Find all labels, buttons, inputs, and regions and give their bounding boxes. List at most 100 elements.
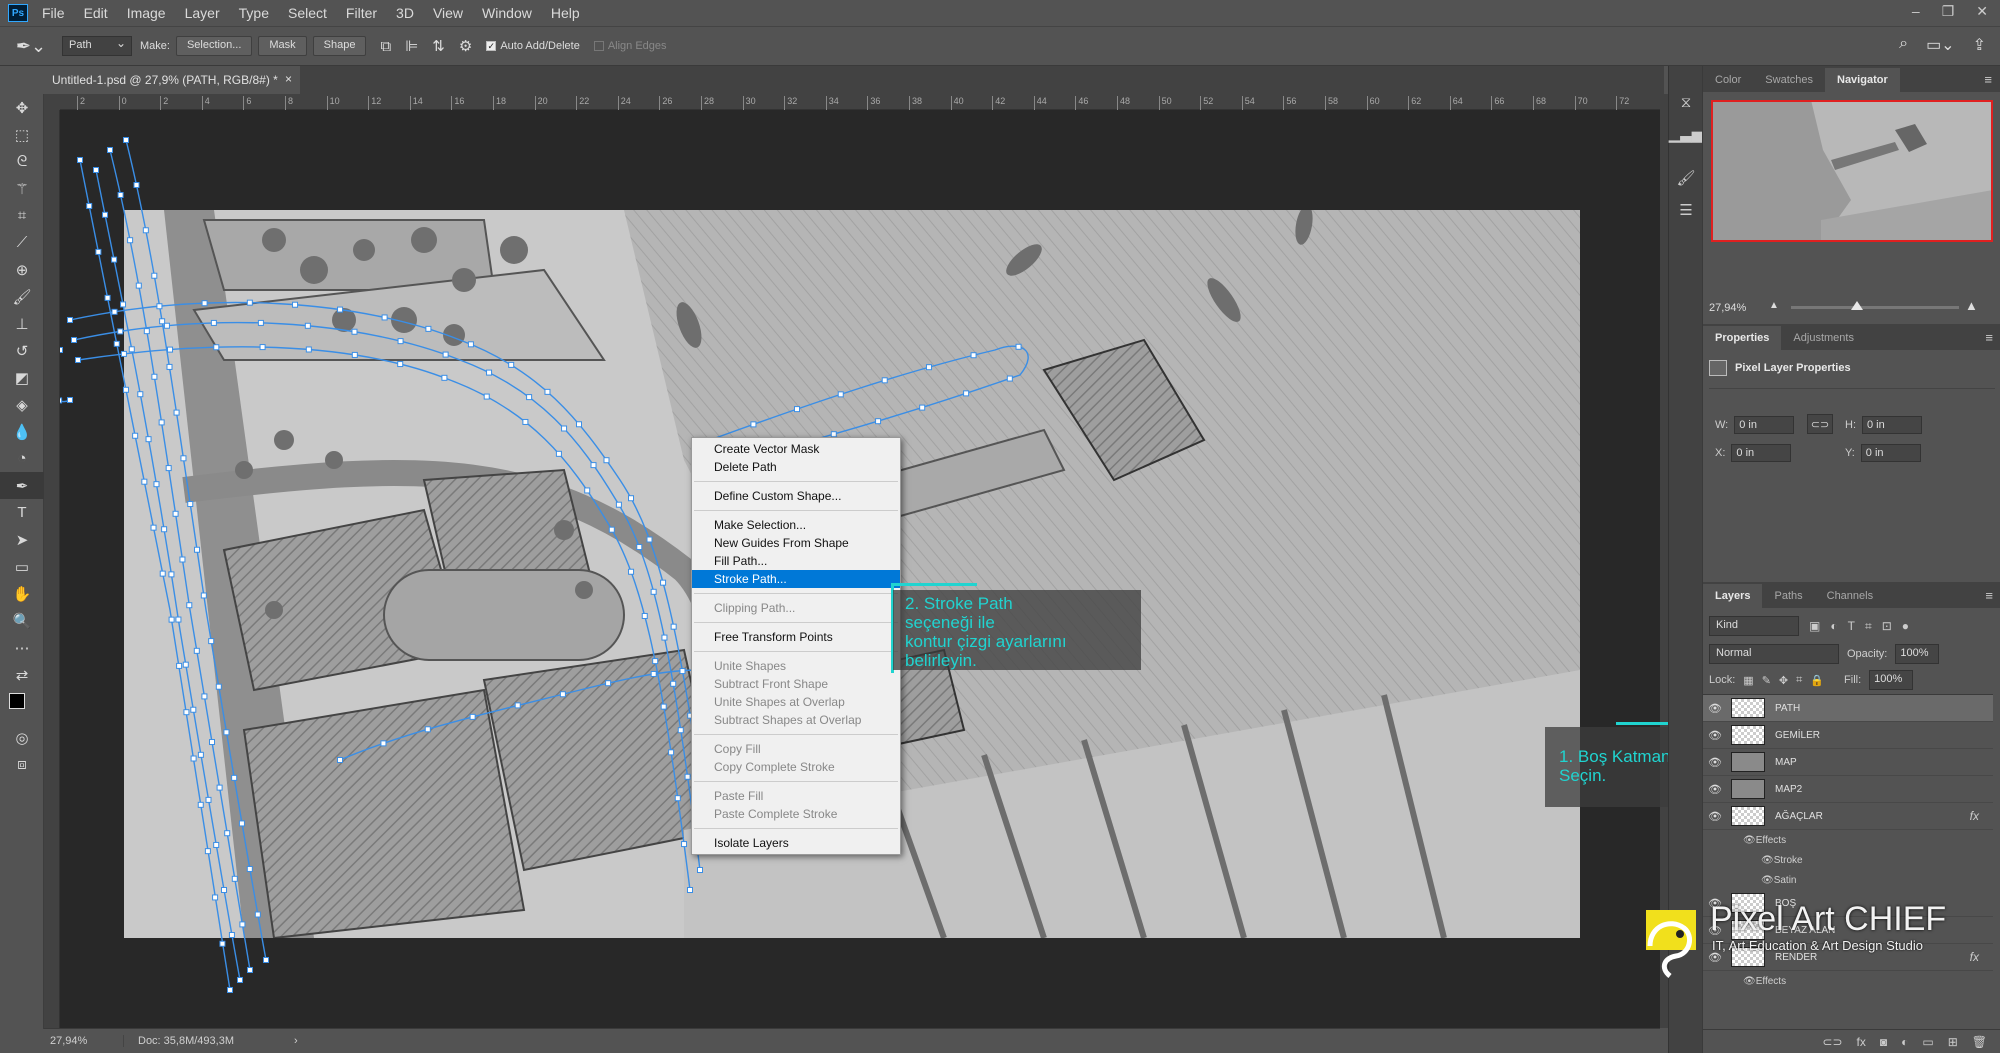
opacity-input[interactable]: 100% xyxy=(1895,644,1940,664)
context-menu-item[interactable]: Make Selection... xyxy=(692,516,900,534)
healing-brush-tool-icon[interactable]: ⊕ xyxy=(0,256,44,283)
fx-icon[interactable]: fx xyxy=(1857,1035,1866,1049)
filter-pixel-icon[interactable]: ▣ xyxy=(1809,619,1820,633)
lock-position-icon[interactable]: ✥ xyxy=(1779,674,1788,687)
kind-filter-select[interactable]: Kind xyxy=(1709,616,1799,636)
menu-type[interactable]: Type xyxy=(239,5,269,21)
layer-name[interactable]: AĞAÇLAR xyxy=(1775,811,1823,822)
context-menu-item[interactable]: Delete Path xyxy=(692,458,900,476)
panel-menu-icon[interactable]: ≡ xyxy=(1985,330,1993,345)
path-anchor-point[interactable] xyxy=(102,211,109,218)
fill-input[interactable]: 100% xyxy=(1869,670,1914,690)
new-group-icon[interactable]: ▭ xyxy=(1922,1035,1933,1049)
width-input[interactable]: 0 in xyxy=(1734,416,1795,434)
type-tool-icon[interactable]: T xyxy=(0,499,44,526)
x-input[interactable]: 0 in xyxy=(1731,444,1792,462)
move-tool-icon[interactable]: ✥ xyxy=(0,94,44,121)
marquee-tool-icon[interactable]: ⬚ xyxy=(0,121,44,148)
make-mask-button[interactable]: Mask xyxy=(258,36,307,56)
menu-3d[interactable]: 3D xyxy=(396,5,414,21)
context-menu-item[interactable]: Stroke Path... xyxy=(692,570,900,588)
path-anchor-point[interactable] xyxy=(111,256,118,263)
link-icon[interactable]: ⊂⊃ xyxy=(1807,414,1833,434)
pen-tool-preset-icon[interactable]: ✒⌄ xyxy=(8,31,54,61)
path-operations-icon[interactable]: ⧉ xyxy=(380,38,391,55)
delete-layer-icon[interactable]: 🗑 xyxy=(1972,1035,1987,1049)
make-selection-button[interactable]: Selection... xyxy=(175,36,253,56)
clone-stamp-tool-icon[interactable]: ⊥ xyxy=(0,310,44,337)
menu-layer[interactable]: Layer xyxy=(185,5,220,21)
foreground-color-icon[interactable] xyxy=(9,693,25,709)
layer-name[interactable]: MAP2 xyxy=(1775,784,1802,795)
path-alignment-icon[interactable]: ⊫ xyxy=(405,37,418,55)
path-selection-tool-icon[interactable]: ➤ xyxy=(0,526,44,553)
pen-tool-icon[interactable]: ✒ xyxy=(0,472,44,499)
menu-window[interactable]: Window xyxy=(482,5,532,21)
visibility-eye-icon[interactable]: 👁 xyxy=(1703,783,1727,796)
lasso-tool-icon[interactable]: ᘓ xyxy=(0,148,44,175)
histogram-icon[interactable]: ▁▃▅ xyxy=(1669,118,1704,150)
screen-mode-icon[interactable]: ⧈ xyxy=(0,751,44,778)
adjustment-layer-icon[interactable]: ◐ xyxy=(1901,1035,1908,1049)
tab-swatches[interactable]: Swatches xyxy=(1753,68,1825,92)
menu-view[interactable]: View xyxy=(433,5,463,21)
visibility-eye-icon[interactable]: 👁 xyxy=(1703,810,1727,823)
lock-artboard-icon[interactable]: ⌗ xyxy=(1796,674,1802,687)
path-anchor-point[interactable] xyxy=(93,167,99,173)
pen-mode-select[interactable]: Path xyxy=(62,36,132,56)
path-anchor-point[interactable] xyxy=(67,397,73,403)
link-layers-icon[interactable]: ⊂⊃ xyxy=(1822,1035,1842,1049)
context-menu-item[interactable]: Free Transform Points xyxy=(692,628,900,646)
context-menu-item[interactable]: New Guides From Shape xyxy=(692,534,900,552)
adjustments-icon[interactable]: ☰ xyxy=(1669,194,1703,226)
y-input[interactable]: 0 in xyxy=(1860,444,1921,462)
layer-name[interactable]: PATH xyxy=(1775,703,1800,714)
document-tab[interactable]: Untitled-1.psd @ 27,9% (PATH, RGB/8#) * … xyxy=(44,66,300,94)
rectangle-tool-icon[interactable]: ▭ xyxy=(0,553,44,580)
restore-icon[interactable]: ❐ xyxy=(1942,0,1955,22)
add-mask-icon[interactable]: ◙ xyxy=(1880,1035,1887,1049)
eraser-tool-icon[interactable]: ◩ xyxy=(0,364,44,391)
make-shape-button[interactable]: Shape xyxy=(312,36,367,56)
context-menu-item[interactable]: Define Custom Shape... xyxy=(692,487,900,505)
path-anchor-point[interactable] xyxy=(263,957,269,963)
layer-row[interactable]: 👁 GEMİLER xyxy=(1703,722,1993,749)
brush-tool-icon[interactable]: 🖌 xyxy=(0,283,44,310)
zoom-in-icon[interactable]: ▲ xyxy=(1965,298,1978,313)
tab-adjustments[interactable]: Adjustments xyxy=(1781,326,1866,350)
context-menu-item[interactable]: Isolate Layers xyxy=(692,834,900,852)
minimize-icon[interactable]: – xyxy=(1912,0,1920,22)
path-anchor-point[interactable] xyxy=(77,157,83,163)
document-size[interactable]: Doc: 35,8M/493,3M xyxy=(138,1035,234,1047)
context-menu-item[interactable]: Fill Path... xyxy=(692,552,900,570)
path-anchor-point[interactable] xyxy=(227,987,233,993)
horizontal-ruler[interactable]: 2 0 2 4 6 8 10 12 14 16 18 20 22 24 26 28 30 32 34 36 38 40 42… xyxy=(60,94,1660,110)
visibility-eye-icon[interactable]: 👁 xyxy=(1703,729,1727,742)
color-swatches-icon[interactable] xyxy=(0,688,44,724)
effect-item[interactable]: 👁 Stroke xyxy=(1703,850,1993,870)
gear-icon[interactable]: ⚙ xyxy=(459,37,472,55)
menu-select[interactable]: Select xyxy=(288,5,327,21)
path-anchor-point[interactable] xyxy=(86,202,93,209)
layer-fx-icon[interactable]: fx xyxy=(1970,809,1979,823)
path-anchor-point[interactable] xyxy=(219,940,226,947)
path-arrangement-icon[interactable]: ⇅ xyxy=(432,37,445,55)
brush-settings-icon[interactable]: 🖌 xyxy=(1669,162,1703,194)
blend-mode-select[interactable]: Normal xyxy=(1709,644,1839,664)
history-brush-tool-icon[interactable]: ↺ xyxy=(0,337,44,364)
tab-color[interactable]: Color xyxy=(1703,68,1753,92)
lock-all-icon[interactable]: 🔒 xyxy=(1810,674,1824,687)
layer-thumbnail[interactable] xyxy=(1731,725,1765,745)
navigator-view-frame[interactable] xyxy=(1711,100,1993,242)
path-anchor-point[interactable] xyxy=(123,137,129,143)
crop-tool-icon[interactable]: ⌗ xyxy=(0,202,44,229)
path-anchor-point[interactable] xyxy=(117,191,124,198)
layer-name[interactable]: GEMİLER xyxy=(1775,730,1820,741)
layer-row[interactable]: 👁 MAP xyxy=(1703,749,1993,776)
effect-item[interactable]: 👁 Satin xyxy=(1703,870,1993,890)
layer-row[interactable]: 👁 AĞAÇLAR fx xyxy=(1703,803,1993,830)
layer-name[interactable]: MAP xyxy=(1775,757,1797,768)
visibility-eye-icon[interactable]: 👁 xyxy=(1703,702,1727,715)
vector-path[interactable] xyxy=(60,350,71,403)
layer-row[interactable]: 👁 PATH xyxy=(1703,695,1993,722)
